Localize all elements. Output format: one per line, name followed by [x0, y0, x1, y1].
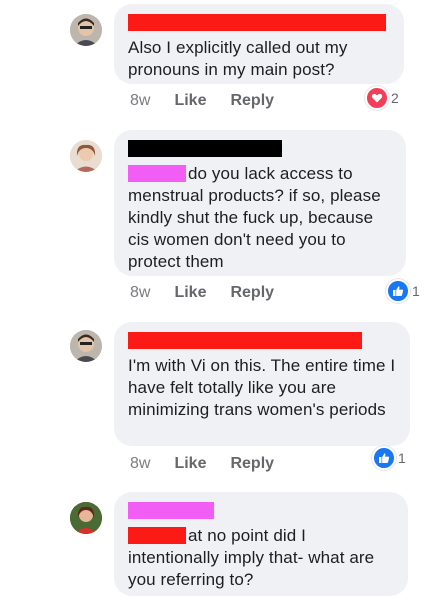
- avatar[interactable]: [70, 140, 102, 172]
- thumbs-up-icon: [386, 279, 410, 303]
- thumbs-up-icon: [372, 446, 396, 470]
- reaction-summary[interactable]: 1: [386, 279, 420, 303]
- heart-icon: [365, 86, 389, 110]
- redacted-mention: [128, 527, 186, 544]
- avatar[interactable]: [70, 330, 102, 362]
- comment-actions: 8w Like Reply: [130, 455, 298, 473]
- comment-text: Also I explicitly called out my pronouns…: [128, 38, 348, 79]
- redacted-mention: [128, 165, 186, 182]
- comment-age[interactable]: 8w: [130, 455, 150, 472]
- reaction-count: 1: [412, 283, 420, 299]
- reaction-count: 1: [398, 450, 406, 466]
- like-button[interactable]: Like: [174, 455, 206, 472]
- comment-bubble: do you lack access to menstrual products…: [114, 130, 406, 276]
- avatar[interactable]: [70, 14, 102, 46]
- redacted-author-name: [128, 14, 386, 31]
- comment-actions: 8w Like Reply: [130, 92, 298, 110]
- comment-bubble: I'm with Vi on this. The entire time I h…: [114, 322, 410, 446]
- comment-text: I'm with Vi on this. The entire time I h…: [128, 356, 396, 419]
- comment-text: do you lack access to menstrual products…: [128, 164, 381, 271]
- reply-button[interactable]: Reply: [230, 284, 274, 301]
- comment-bubble: at no point did I intentionally imply th…: [114, 492, 408, 596]
- comment-text: at no point did I intentionally imply th…: [128, 526, 375, 589]
- comment-actions: 8w Like Reply: [130, 284, 298, 302]
- comment-age[interactable]: 8w: [130, 284, 150, 301]
- redacted-author-name: [128, 140, 282, 157]
- like-button[interactable]: Like: [174, 284, 206, 301]
- reply-button[interactable]: Reply: [230, 92, 274, 109]
- comment-bubble: Also I explicitly called out my pronouns…: [114, 4, 404, 84]
- reply-button[interactable]: Reply: [230, 455, 274, 472]
- redacted-author-name: [128, 502, 214, 519]
- reaction-summary[interactable]: 1: [372, 446, 406, 470]
- comment-age[interactable]: 8w: [130, 92, 150, 109]
- redacted-author-name: [128, 332, 362, 349]
- reaction-summary[interactable]: 2: [365, 86, 399, 110]
- reaction-count: 2: [391, 90, 399, 106]
- like-button[interactable]: Like: [174, 92, 206, 109]
- avatar[interactable]: [70, 502, 102, 534]
